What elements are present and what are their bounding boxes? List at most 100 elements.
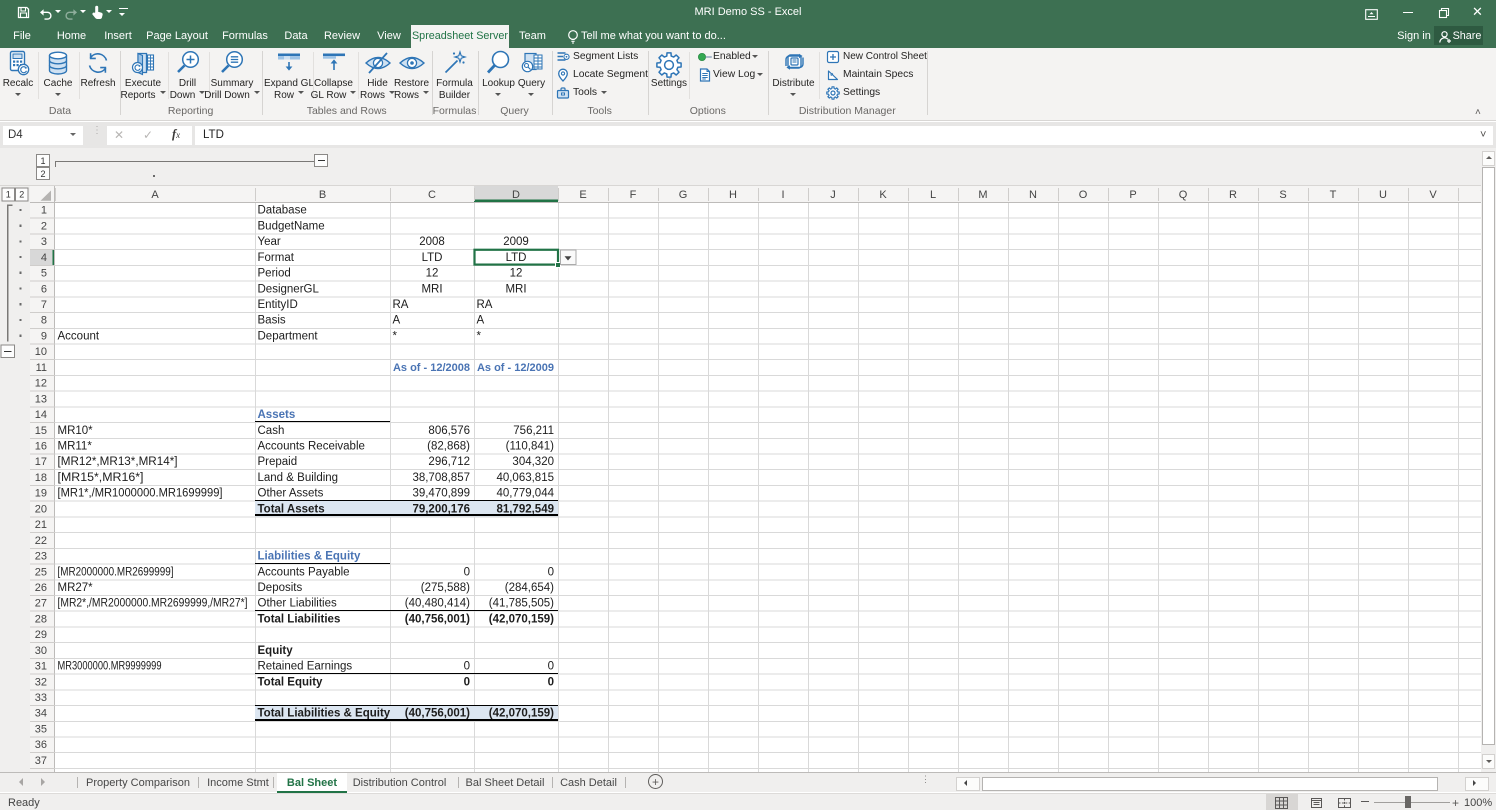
svg-text:K: K <box>879 189 887 201</box>
svg-text:Cash: Cash <box>258 425 285 437</box>
svg-text:(275,588): (275,588) <box>421 582 470 594</box>
svg-text:12: 12 <box>426 268 439 280</box>
svg-text:3: 3 <box>41 236 47 248</box>
svg-text:806,576: 806,576 <box>428 425 470 437</box>
svg-text:A: A <box>151 189 159 201</box>
svg-text:T: T <box>1330 189 1337 201</box>
svg-text:D: D <box>512 189 520 201</box>
svg-text:7: 7 <box>41 299 47 311</box>
svg-text:L: L <box>930 189 936 201</box>
svg-text:0: 0 <box>464 566 470 578</box>
svg-text:Accounts Payable: Accounts Payable <box>258 566 350 578</box>
svg-text:As of - 12/2009: As of - 12/2009 <box>477 362 554 374</box>
svg-text:As of - 12/2008: As of - 12/2008 <box>393 362 470 374</box>
svg-text:16: 16 <box>35 441 47 453</box>
svg-text:Total Liabilities & Equity: Total Liabilities & Equity <box>258 708 391 720</box>
svg-text:Q: Q <box>1179 189 1188 201</box>
svg-text:(82,868): (82,868) <box>427 441 470 453</box>
svg-text:Total Equity: Total Equity <box>258 676 324 688</box>
svg-text:6: 6 <box>41 283 47 295</box>
svg-text:MR27*: MR27* <box>58 582 94 594</box>
svg-text:304,320: 304,320 <box>512 456 554 468</box>
svg-text:Period: Period <box>258 268 291 280</box>
svg-text:5: 5 <box>41 268 47 280</box>
svg-text:N: N <box>1029 189 1037 201</box>
svg-text:17: 17 <box>35 456 47 468</box>
svg-text:(40,756,001): (40,756,001) <box>405 708 470 720</box>
svg-text:RA: RA <box>477 299 493 311</box>
svg-text:R: R <box>1229 189 1237 201</box>
svg-text:15: 15 <box>35 425 47 437</box>
svg-text:MR10*: MR10* <box>58 425 94 437</box>
svg-text:(284,654): (284,654) <box>505 582 554 594</box>
svg-text:[MR2*,/MR2000000.MR2699999,/MR: [MR2*,/MR2000000.MR2699999,/MR27*] <box>58 598 248 610</box>
svg-text:Land & Building: Land & Building <box>258 472 339 484</box>
svg-text:Basis: Basis <box>258 315 286 327</box>
svg-text:36: 36 <box>35 739 47 751</box>
svg-text:14: 14 <box>35 409 47 421</box>
svg-text:F: F <box>630 189 637 201</box>
svg-text:37: 37 <box>35 755 47 767</box>
svg-text:20: 20 <box>35 503 47 515</box>
svg-text:25: 25 <box>35 566 47 578</box>
svg-text:Other Assets: Other Assets <box>258 488 324 500</box>
svg-text:H: H <box>729 189 737 201</box>
svg-text:*: * <box>477 330 482 342</box>
svg-text:9: 9 <box>41 330 47 342</box>
svg-text:0: 0 <box>548 566 554 578</box>
svg-text:B: B <box>319 189 326 201</box>
svg-text:28: 28 <box>35 613 47 625</box>
svg-text:MRI: MRI <box>421 283 442 295</box>
svg-text:38,708,857: 38,708,857 <box>412 472 470 484</box>
svg-text:22: 22 <box>35 535 47 547</box>
svg-text:G: G <box>679 189 688 201</box>
svg-text:Retained Earnings: Retained Earnings <box>258 661 353 673</box>
svg-text:O: O <box>1079 189 1088 201</box>
svg-text:S: S <box>1279 189 1286 201</box>
svg-text:Department: Department <box>258 330 319 342</box>
svg-text:[MR15*,MR16*]: [MR15*,MR16*] <box>58 472 144 484</box>
svg-text:EntityID: EntityID <box>258 299 298 311</box>
svg-text:E: E <box>579 189 586 201</box>
svg-text:(42,070,159): (42,070,159) <box>489 708 554 720</box>
svg-text:39,470,899: 39,470,899 <box>412 488 470 500</box>
svg-text:P: P <box>1129 189 1136 201</box>
svg-text:[MR2000000.MR2699999]: [MR2000000.MR2699999] <box>58 566 174 578</box>
svg-text:BudgetName: BudgetName <box>258 220 325 232</box>
svg-text:31: 31 <box>35 661 47 673</box>
svg-text:296,712: 296,712 <box>428 456 470 468</box>
svg-text:8: 8 <box>41 315 47 327</box>
svg-text:Format: Format <box>258 252 295 264</box>
svg-text:Other Liabilities: Other Liabilities <box>258 598 338 610</box>
svg-text:*: * <box>393 330 398 342</box>
svg-text:35: 35 <box>35 723 47 735</box>
svg-text:Accounts Receivable: Accounts Receivable <box>258 441 365 453</box>
svg-text:M: M <box>978 189 987 201</box>
svg-text:J: J <box>830 189 836 201</box>
svg-text:1: 1 <box>41 205 47 217</box>
svg-text:RA: RA <box>393 299 409 311</box>
svg-text:81,792,549: 81,792,549 <box>496 503 554 515</box>
svg-text:18: 18 <box>35 472 47 484</box>
svg-text:79,200,176: 79,200,176 <box>412 503 470 515</box>
svg-text:Database: Database <box>258 205 307 217</box>
svg-text:32: 32 <box>35 676 47 688</box>
svg-text:11: 11 <box>36 362 47 374</box>
svg-text:U: U <box>1379 189 1387 201</box>
svg-text:(40,480,414): (40,480,414) <box>405 598 470 610</box>
svg-text:21: 21 <box>35 519 47 531</box>
svg-text:2: 2 <box>19 190 24 200</box>
svg-text:30: 30 <box>35 645 47 657</box>
svg-text:[MR12*,MR13*,MR14*]: [MR12*,MR13*,MR14*] <box>58 456 178 468</box>
svg-text:Deposits: Deposits <box>258 582 303 594</box>
svg-text:Year: Year <box>258 236 281 248</box>
svg-text:(40,756,001): (40,756,001) <box>405 613 470 625</box>
svg-text:Liabilities & Equity: Liabilities & Equity <box>258 551 361 563</box>
svg-text:MRI: MRI <box>505 283 526 295</box>
svg-text:40,779,044: 40,779,044 <box>496 488 554 500</box>
svg-text:0: 0 <box>464 676 470 688</box>
svg-text:Prepaid: Prepaid <box>258 456 298 468</box>
svg-text:0: 0 <box>464 661 470 673</box>
svg-text:29: 29 <box>35 629 47 641</box>
svg-text:0: 0 <box>548 661 554 673</box>
